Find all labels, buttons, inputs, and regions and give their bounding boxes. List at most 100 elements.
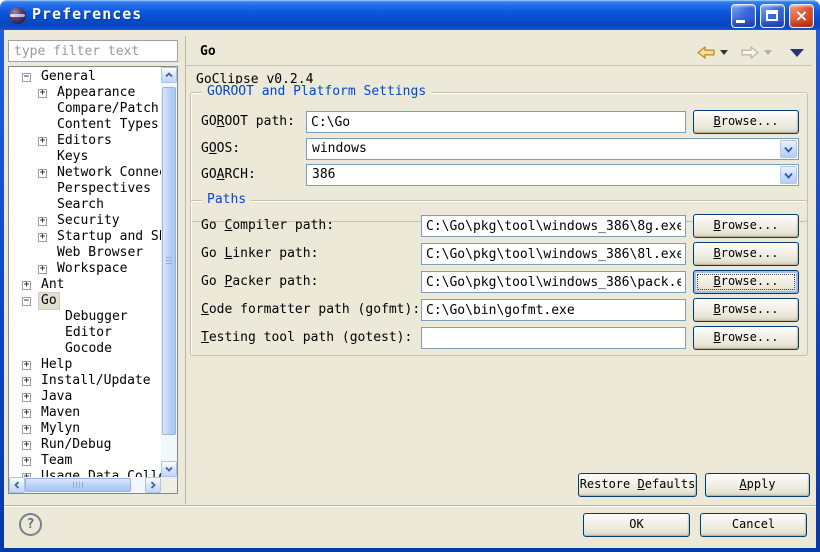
forward-arrow-icon[interactable] (740, 45, 760, 60)
tree-item-startup-and-shu[interactable]: +Startup and Shu (9, 229, 161, 245)
maximize-icon (766, 10, 778, 21)
goos-combobox[interactable]: windows (306, 138, 799, 160)
goarch-dropdown-icon[interactable] (780, 166, 797, 184)
close-icon: × (790, 6, 813, 25)
restore-defaults-button[interactable]: Restore Defaults (578, 473, 697, 497)
go-packer-path-row: Go Packer path: Browse... (191, 271, 807, 295)
expand-icon[interactable]: + (22, 457, 31, 466)
tree-item-team[interactable]: +Team (9, 453, 161, 469)
code-formatter-path-input[interactable] (421, 299, 686, 321)
expand-icon[interactable]: + (38, 137, 47, 146)
tree-item-content-types[interactable]: Content Types (9, 117, 161, 133)
tree-item-editors[interactable]: +Editors (9, 133, 161, 149)
go-packer-path-browse-button[interactable]: Browse... (693, 270, 799, 294)
tree-item-compare-patch[interactable]: Compare/Patch (9, 101, 161, 117)
tree-item-ant[interactable]: +Ant (9, 277, 161, 293)
tree-item-search[interactable]: Search (9, 197, 161, 213)
go-linker-path-browse-button[interactable]: Browse... (693, 242, 799, 266)
goos-value: windows (312, 141, 367, 156)
tree-item-general[interactable]: −General (9, 69, 161, 85)
tree-item-help[interactable]: +Help (9, 357, 161, 373)
help-icon[interactable]: ? (19, 513, 42, 536)
collapse-icon[interactable]: − (22, 73, 31, 82)
tree-item-web-browser[interactable]: Web Browser (9, 245, 161, 261)
back-history-dropdown-icon[interactable] (720, 50, 728, 55)
back-arrow-icon[interactable] (696, 45, 716, 60)
window-title: Preferences (32, 5, 142, 23)
tree-item-workspace[interactable]: +Workspace (9, 261, 161, 277)
collapse-icon[interactable]: − (22, 297, 31, 306)
expand-icon[interactable]: + (22, 425, 31, 434)
ok-button[interactable]: OK (583, 513, 690, 537)
go-compiler-path-input[interactable] (421, 215, 686, 237)
scroll-down-icon[interactable] (161, 461, 177, 477)
scroll-left-icon[interactable] (9, 477, 25, 493)
horizontal-scroll-thumb[interactable] (25, 478, 131, 492)
tree-item-install-update[interactable]: +Install/Update (9, 373, 161, 389)
tree-item-appearance[interactable]: +Appearance (9, 85, 161, 101)
apply-button[interactable]: Apply (705, 473, 810, 497)
scroll-up-icon[interactable] (161, 67, 177, 83)
forward-history-dropdown-icon[interactable] (764, 50, 772, 55)
titlebar: Preferences × (0, 0, 820, 30)
tree-item-usage-data-collect[interactable]: +Usage Data Collect (9, 469, 161, 477)
testing-tool-path-input[interactable] (421, 327, 686, 349)
expand-icon[interactable]: + (22, 361, 31, 370)
expand-icon[interactable]: + (38, 233, 47, 242)
goroot-group-title: GOROOT and Platform Settings (202, 84, 431, 99)
goroot-path-input[interactable] (306, 111, 686, 133)
paths-group-title: Paths (202, 192, 251, 207)
goroot-browse-button[interactable]: Browse... (693, 110, 799, 134)
expand-icon[interactable]: + (22, 441, 31, 450)
expand-icon[interactable]: + (22, 393, 31, 402)
go-linker-path-input[interactable] (421, 243, 686, 265)
filter-input[interactable] (8, 40, 178, 62)
expand-icon[interactable]: + (38, 217, 47, 226)
tree-item-perspectives[interactable]: Perspectives (9, 181, 161, 197)
view-menu-icon[interactable] (790, 49, 804, 57)
dialog-client-area: −General +Appearance Compare/Patch Conte… (4, 30, 816, 548)
vertical-scroll-thumb[interactable] (162, 87, 176, 435)
expand-icon[interactable]: + (22, 377, 31, 386)
expand-icon[interactable]: + (38, 89, 47, 98)
close-button[interactable]: × (789, 4, 814, 28)
go-compiler-path-row: Go Compiler path: Browse... (191, 215, 807, 239)
tree-item-gocode[interactable]: Gocode (9, 341, 161, 357)
maximize-button[interactable] (760, 4, 785, 28)
go-packer-path-label: Go Packer path: (201, 274, 318, 289)
goroot-path-label: GOROOT path: (201, 114, 295, 129)
tree-item-editor[interactable]: Editor (9, 325, 161, 341)
expand-icon[interactable]: + (38, 169, 47, 178)
cancel-button[interactable]: Cancel (700, 513, 807, 537)
goarch-combobox[interactable]: 386 (306, 164, 799, 186)
minimize-button[interactable] (731, 4, 756, 28)
testing-tool-path-row: Testing tool path (gotest): Browse... (191, 327, 807, 351)
tree-item-java[interactable]: +Java (9, 389, 161, 405)
tree-item-run-debug[interactable]: +Run/Debug (9, 437, 161, 453)
scroll-right-icon[interactable] (145, 477, 161, 493)
tree-item-debugger[interactable]: Debugger (9, 309, 161, 325)
expand-icon[interactable]: + (22, 281, 31, 290)
go-packer-path-input[interactable] (421, 271, 686, 293)
go-compiler-path-browse-button[interactable]: Browse... (693, 214, 799, 238)
preferences-window: Preferences × −General +Appearance Compa… (0, 0, 820, 552)
tree-item-security[interactable]: +Security (9, 213, 161, 229)
tree-vertical-scrollbar[interactable] (161, 67, 177, 477)
expand-icon[interactable]: + (22, 409, 31, 418)
tree-horizontal-scrollbar[interactable] (9, 477, 161, 493)
tree-item-go[interactable]: −Go (9, 293, 161, 309)
tree-item-maven[interactable]: +Maven (9, 405, 161, 421)
code-formatter-path-label: Code formatter path (gofmt): (201, 302, 420, 317)
code-formatter-path-row: Code formatter path (gofmt): Browse... (191, 299, 807, 323)
code-formatter-path-browse-button[interactable]: Browse... (693, 298, 799, 322)
minimize-icon (736, 20, 745, 23)
tree-item-network-connect[interactable]: +Network Connect (9, 165, 161, 181)
testing-tool-path-browse-button[interactable]: Browse... (693, 326, 799, 350)
tree-item-mylyn[interactable]: +Mylyn (9, 421, 161, 437)
goos-dropdown-icon[interactable] (780, 140, 797, 158)
preferences-tree: −General +Appearance Compare/Patch Conte… (9, 67, 161, 477)
goarch-value: 386 (312, 167, 335, 182)
tree-item-keys[interactable]: Keys (9, 149, 161, 165)
expand-icon[interactable]: + (38, 265, 47, 274)
page-header: Go (186, 36, 812, 66)
